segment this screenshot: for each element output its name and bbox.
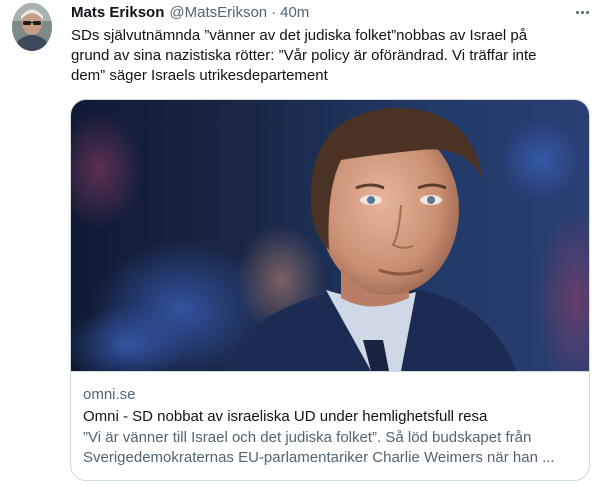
separator-dot: ·: [271, 4, 277, 21]
card-title[interactable]: Omni - SD nobbat av israeliska UD under …: [83, 407, 487, 427]
card-body[interactable]: omni.se Omni - SD nobbat av israeliska U…: [71, 371, 589, 480]
tweet[interactable]: Mats Erikson @MatsErikson · 40m SDs själ…: [0, 0, 600, 486]
tweet-text: SDs självutnämnda ”vänner av det judiska…: [71, 27, 537, 84]
author-display-name[interactable]: Mats Erikson: [71, 3, 164, 23]
author-handle[interactable]: @MatsErikson: [169, 3, 267, 23]
tweet-header: Mats Erikson @MatsErikson · 40m: [71, 3, 309, 23]
link-card[interactable]: omni.se Omni - SD nobbat av israeliska U…: [70, 99, 590, 481]
card-image[interactable]: [71, 100, 589, 371]
tweet-timestamp[interactable]: 40m: [280, 3, 309, 23]
avatar[interactable]: [12, 3, 52, 51]
card-domain: omni.se: [83, 386, 136, 403]
more-horizontal-icon[interactable]: [572, 4, 592, 20]
card-description: ”Vi är vänner till Israel och det judisk…: [83, 429, 555, 466]
avatar-image: [12, 3, 52, 51]
